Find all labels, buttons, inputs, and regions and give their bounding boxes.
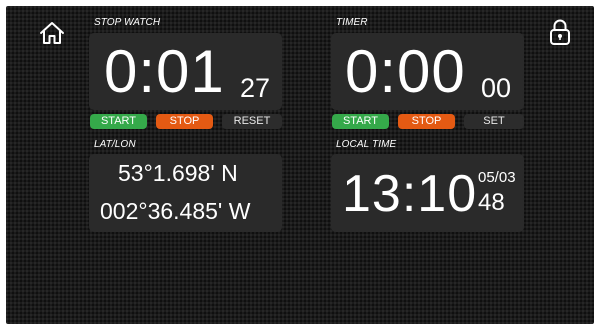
timer-display: 0:00 00	[331, 33, 524, 110]
timer-stop-button[interactable]: STOP	[398, 114, 455, 129]
local-date-value: 05/03	[478, 169, 516, 186]
latitude-value: 53°1.698' N	[118, 160, 238, 186]
timer-set-button[interactable]: SET	[464, 114, 524, 129]
stopwatch-stop-button[interactable]: STOP	[156, 114, 213, 129]
timer-main-digits: 0:00	[345, 38, 466, 105]
stopwatch-fraction-digits: 27	[240, 73, 271, 103]
stopwatch-main-digits: 0:01	[104, 38, 225, 105]
local-time-label: LOCAL TIME	[336, 139, 397, 150]
latlon-label: LAT/LON	[94, 139, 136, 150]
stopwatch-label: STOP WATCH	[94, 17, 161, 28]
local-time-hhmm: 13:10	[342, 165, 478, 223]
latlon-display: 53°1.698' N 002°36.485' W	[89, 154, 282, 232]
home-icon[interactable]	[39, 20, 65, 46]
timer-start-button[interactable]: START	[332, 114, 389, 129]
padlock-icon[interactable]	[549, 18, 571, 46]
local-time-display: 13:10 05/03 48	[331, 154, 524, 232]
stopwatch-start-button[interactable]: START	[90, 114, 147, 129]
app-screen: STOP WATCH 0:01 27 START STOP RESET TIME…	[6, 6, 594, 324]
longitude-value: 002°36.485' W	[100, 198, 251, 224]
timer-fraction-digits: 00	[481, 73, 512, 103]
stopwatch-reset-button[interactable]: RESET	[222, 114, 282, 129]
local-time-seconds: 48	[478, 189, 505, 216]
stopwatch-display: 0:01 27	[89, 33, 282, 110]
timer-label: TIMER	[336, 17, 368, 28]
